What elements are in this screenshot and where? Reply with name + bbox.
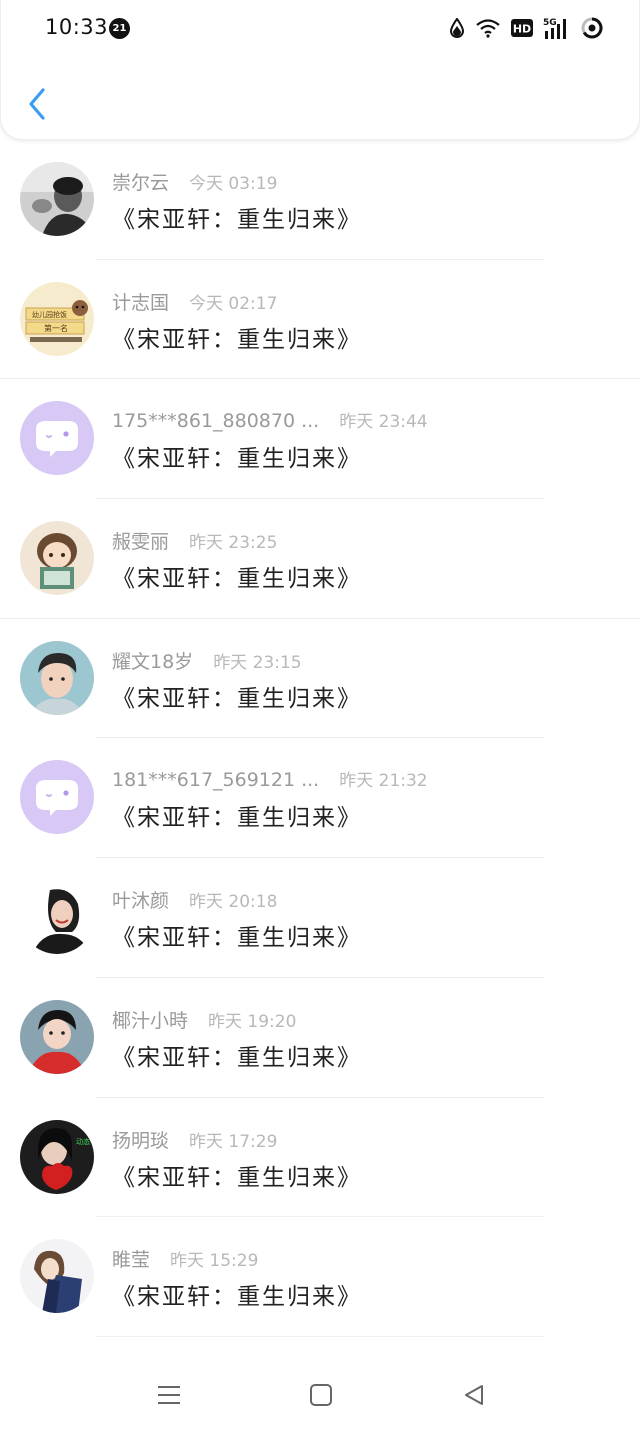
menu-icon [158,1386,180,1404]
timestamp: 昨天 21:32 [339,771,428,792]
avatar[interactable] [20,760,94,835]
svg-text:幼儿园抢饭: 幼儿园抢饭 [32,310,67,319]
message-preview: 《宋亚轩：重生归来》 [112,1284,362,1311]
signal-5g-icon: 5G [543,17,571,39]
timestamp: 昨天 19:20 [208,1011,297,1032]
message-preview: 《宋亚轩：重生归来》 [112,1164,362,1191]
username: 扬明琰 [112,1129,170,1152]
list-item[interactable]: 幼儿园抢饭第一名 计志国 今天 02:17 《宋亚轩：重生归来》 [0,260,640,380]
status-time: 10:33 [45,15,109,39]
username: 叶沐颜 [112,890,170,913]
home-button[interactable] [301,1375,341,1415]
message-list: 崇尔云 今天 03:19 《宋亚轩：重生归来》 幼儿园抢饭第一名 计志国 今天 … [0,140,640,1337]
status-icons: HD 5G [449,16,603,40]
message-preview: 《宋亚轩：重生归来》 [112,207,362,233]
list-item[interactable]: 崇尔云 今天 03:19 《宋亚轩：重生归来》 [0,140,640,260]
svg-text:第一名: 第一名 [44,323,68,333]
svg-text:动态: 动态 [76,1137,90,1146]
username: 175***861_880870 ... [112,410,320,433]
list-item[interactable]: 175***861_880870 ... 昨天 23:44 《宋亚轩：重生归来》 [0,379,640,500]
avatar[interactable]: 动态 [20,1119,94,1194]
wifi-icon [475,18,501,38]
avatar[interactable] [20,999,94,1074]
avatar[interactable] [20,401,94,476]
message-meta: 181***617_569121 ... 昨天 21:32 [112,766,428,791]
list-item[interactable]: 睢莹 昨天 15:29 《宋亚轩：重生归来》 [0,1217,640,1337]
message-preview: 《宋亚轩：重生归来》 [112,1044,362,1071]
list-item[interactable]: 赧雯丽 昨天 23:25 《宋亚轩：重生归来》 [0,499,640,619]
hd-label: HD [513,23,531,36]
chevron-left-icon [29,88,45,120]
drop-icon [449,18,465,38]
message-preview: 《宋亚轩：重生归来》 [112,446,362,473]
username: 181***617_569121 ... [112,769,320,792]
message-meta: 175***861_880870 ... 昨天 23:44 [112,407,428,432]
message-meta: 叶沐颜 昨天 20:18 [112,886,277,913]
system-nav-bar [0,1353,640,1433]
message-meta: 耀文18岁 昨天 23:15 [112,647,302,674]
list-item[interactable]: 椰汁小時 昨天 19:20 《宋亚轩：重生归来》 [0,978,640,1098]
message-preview: 《宋亚轩：重生归来》 [112,925,362,952]
list-item[interactable]: 叶沐颜 昨天 20:18 《宋亚轩：重生归来》 [0,858,640,978]
list-item[interactable]: 动态 扬明琰 昨天 17:29 《宋亚轩：重生归来》 [0,1098,640,1218]
network-label: 5G [543,18,557,28]
timestamp: 昨天 20:18 [189,892,278,913]
avatar[interactable] [20,162,94,236]
notification-badge: 21 [109,18,130,39]
battery-ring-icon [581,17,603,39]
message-preview: 《宋亚轩：重生归来》 [112,326,362,353]
message-meta: 崇尔云 今天 03:19 [112,168,277,195]
message-meta: 计志国 今天 02:17 [112,288,277,315]
message-meta: 扬明琰 昨天 17:29 [112,1126,277,1153]
username: 椰汁小時 [112,1009,189,1032]
username: 计志国 [112,291,170,314]
back-button[interactable] [21,84,53,124]
back-nav-button[interactable] [454,1375,494,1415]
avatar[interactable] [20,880,94,955]
avatar[interactable] [20,521,94,596]
hd-icon: HD [511,19,533,37]
message-meta: 睢莹 昨天 15:29 [112,1245,258,1272]
timestamp: 昨天 23:44 [339,412,428,433]
status-bar: 10:33 21 HD 5G [1,0,640,56]
timestamp: 昨天 23:15 [213,652,302,673]
menu-button[interactable] [149,1375,189,1415]
timestamp: 今天 03:19 [189,174,278,194]
timestamp: 昨天 17:29 [189,1131,278,1152]
message-meta: 赧雯丽 昨天 23:25 [112,527,277,554]
message-preview: 《宋亚轩：重生归来》 [112,566,362,593]
divider [96,1335,544,1337]
avatar[interactable]: 幼儿园抢饭第一名 [20,281,94,356]
timestamp: 今天 02:17 [189,293,278,314]
header: 10:33 21 HD 5G [0,0,640,140]
username: 睢莹 [112,1249,151,1272]
list-item[interactable]: 181***617_569121 ... 昨天 21:32 《宋亚轩：重生归来》 [0,738,640,859]
username: 耀文18岁 [112,650,194,673]
username: 崇尔云 [112,172,170,194]
timestamp: 昨天 23:25 [189,533,278,554]
avatar[interactable] [20,1239,94,1314]
message-meta: 椰汁小時 昨天 19:20 [112,1006,296,1033]
message-preview: 《宋亚轩：重生归来》 [112,685,362,712]
username: 赧雯丽 [112,531,170,554]
list-item[interactable]: 耀文18岁 昨天 23:15 《宋亚轩：重生归来》 [0,619,640,739]
avatar[interactable] [20,640,94,715]
back-triangle-icon [465,1385,483,1405]
timestamp: 昨天 15:29 [170,1251,259,1272]
message-preview: 《宋亚轩：重生归来》 [112,805,362,832]
home-icon [310,1384,332,1406]
